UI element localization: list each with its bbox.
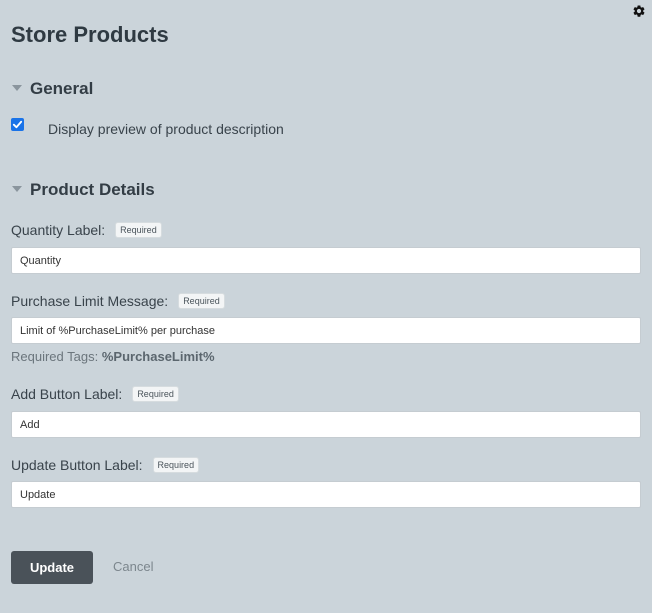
cancel-button[interactable]: Cancel [113,559,153,574]
update-button-label-input[interactable] [11,481,641,508]
required-badge: Required [178,293,225,309]
section-toggle-general[interactable]: General [12,79,93,99]
checkbox-row-description-preview: Display preview of product description [11,118,284,137]
update-button-label: Update Button Label: Required [11,457,200,473]
add-button-label: Add Button Label: Required [11,386,179,402]
update-button[interactable]: Update [11,551,93,584]
required-badge: Required [152,457,200,473]
section-title-general: General [30,79,94,98]
add-button-label-text: Add Button Label: [11,386,123,402]
required-tag-purchase-limit: %PurchaseLimit% [101,349,215,364]
description-preview-label: Display preview of product description [48,121,284,137]
caret-down-icon [12,84,22,91]
purchase-limit-label-text: Purchase Limit Message: [11,293,169,309]
quantity-label: Quantity Label: Required [11,222,162,238]
page-title: Store Products [11,22,169,47]
section-toggle-product-details[interactable]: Product Details [12,180,155,200]
required-tags-prefix: Required Tags: [11,349,99,364]
required-badge: Required [132,386,179,402]
quantity-label-input[interactable] [11,247,641,274]
update-button-label-text: Update Button Label: [11,457,143,473]
required-badge: Required [115,222,162,238]
quantity-label-text: Quantity Label: [11,222,106,238]
description-preview-checkbox[interactable] [11,118,24,131]
add-button-label-input[interactable] [11,411,641,438]
section-title-product-details: Product Details [30,180,155,199]
caret-down-icon [12,185,22,192]
purchase-limit-input[interactable] [11,317,641,344]
required-tags-hint: Required Tags: %PurchaseLimit% [11,349,215,364]
gear-icon[interactable] [632,4,646,18]
checkmark-icon [12,120,23,129]
purchase-limit-label: Purchase Limit Message: Required [11,293,225,309]
